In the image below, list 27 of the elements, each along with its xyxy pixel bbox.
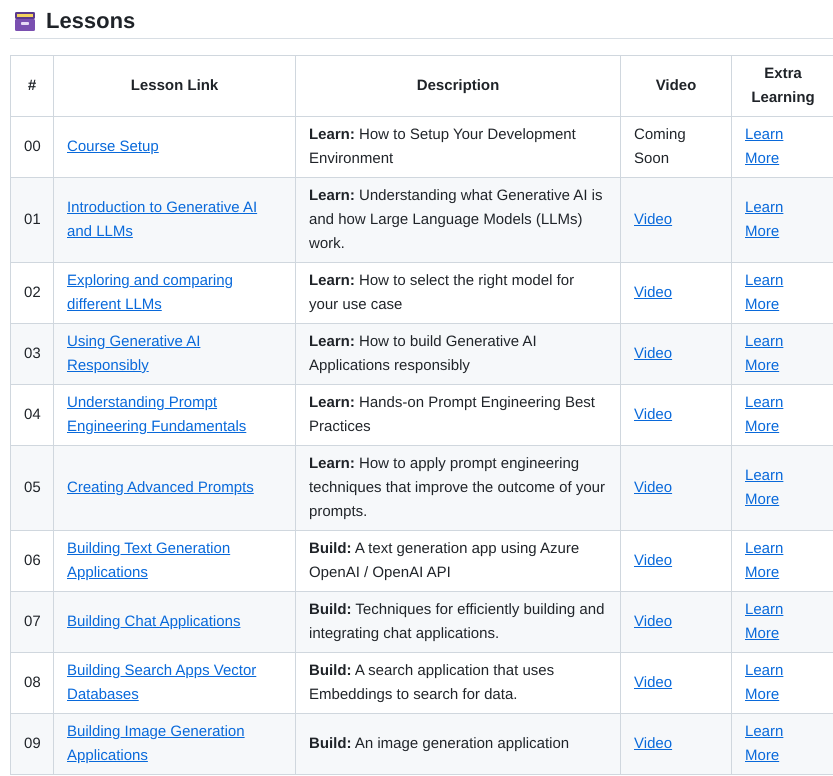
lesson-link[interactable]: Course Setup — [67, 135, 159, 159]
video-link[interactable]: Video — [634, 610, 672, 634]
video-link[interactable]: Video — [634, 342, 672, 366]
lesson-description: Build: An image generation application — [296, 714, 620, 774]
lesson-number: 07 — [10, 592, 54, 652]
lesson-description: Learn: How to build Generative AI Applications responsibly — [296, 324, 620, 384]
video-link[interactable]: Video — [634, 208, 672, 232]
lesson-number: 03 — [10, 324, 54, 384]
file-box-icon — [13, 9, 37, 33]
video-link[interactable]: Video — [634, 732, 672, 756]
lesson-number: 09 — [10, 714, 54, 774]
lesson-description: Build: Techniques for efficiently building and integrating chat applications. — [296, 592, 620, 652]
section-title: Lessons — [46, 8, 136, 34]
video-link[interactable]: Video — [634, 549, 672, 573]
lesson-description: Learn: Understanding what Generative AI is and how Large Language Models (LLMs) work. — [296, 178, 620, 262]
lesson-number: 01 — [10, 178, 54, 262]
column-header: Description — [296, 56, 620, 116]
column-header: Video — [620, 56, 732, 116]
video-link[interactable]: Video — [634, 403, 672, 427]
video-link[interactable]: Video — [634, 671, 672, 695]
lesson-number: 05 — [10, 446, 54, 530]
column-header: # — [10, 56, 54, 116]
video-link[interactable]: Video — [634, 476, 672, 500]
column-header: Extra Learning — [732, 56, 833, 116]
column-header: Lesson Link — [54, 56, 296, 116]
video-link[interactable]: Video — [634, 281, 672, 305]
lesson-description: Learn: How to apply prompt engineering techniques that improve the outcome of your prompts. — [296, 446, 620, 530]
